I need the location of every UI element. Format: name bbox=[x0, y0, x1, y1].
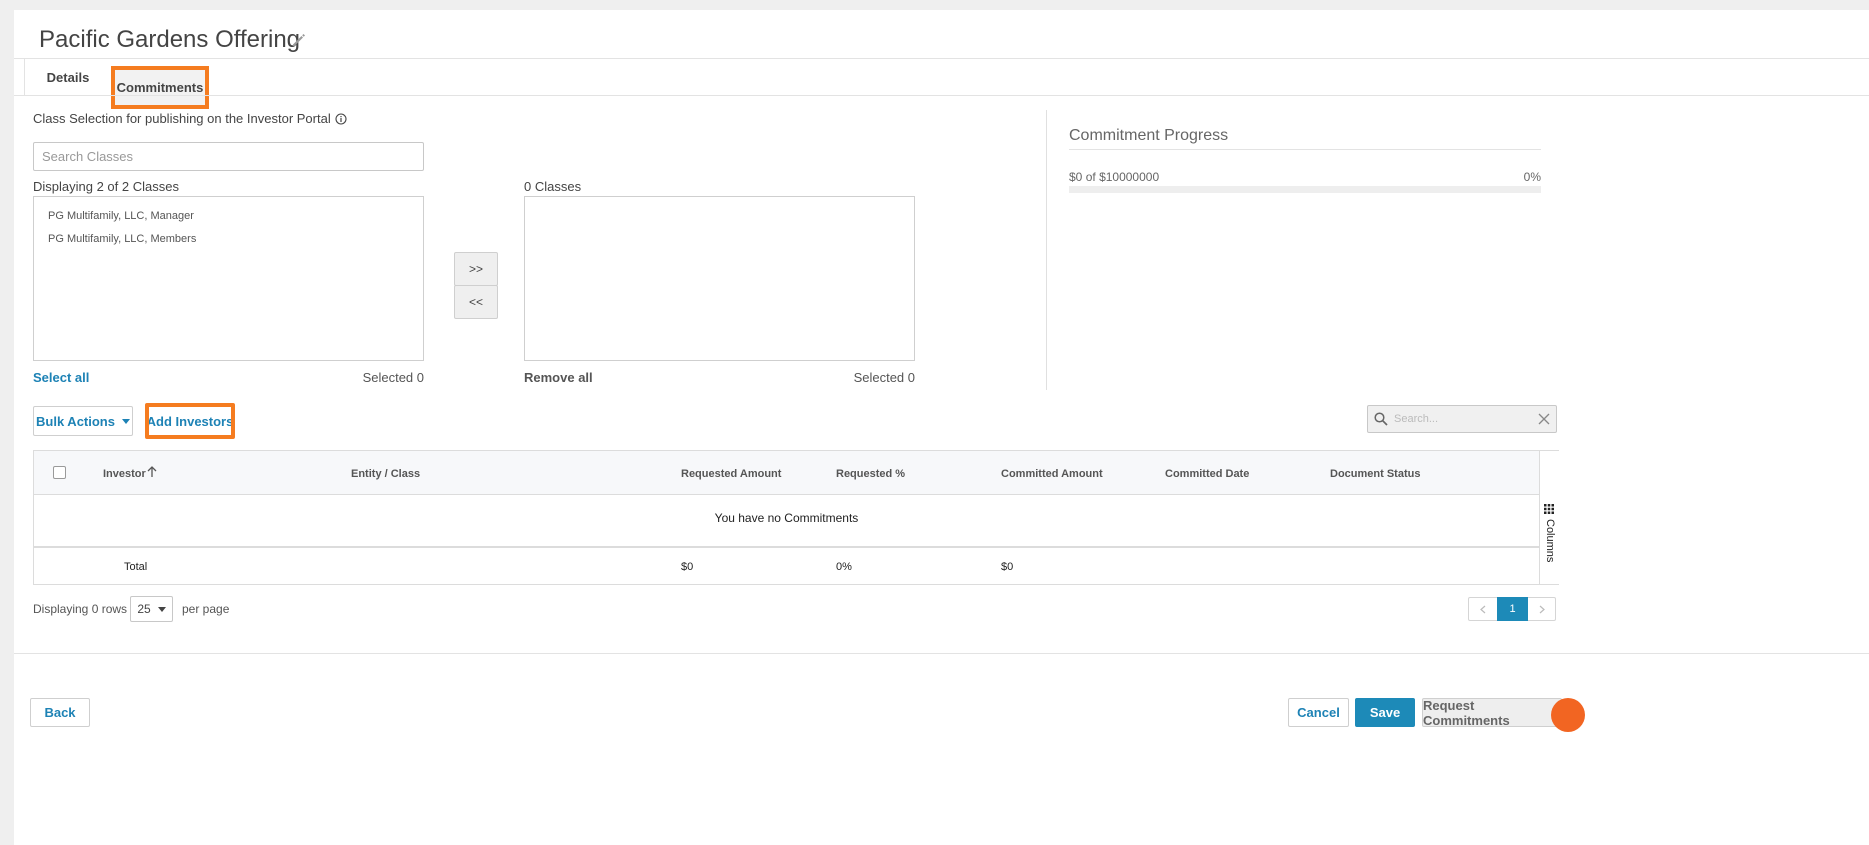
tab-details[interactable]: Details bbox=[25, 59, 111, 96]
grid-icon bbox=[1544, 504, 1554, 514]
cancel-button[interactable]: Cancel bbox=[1288, 698, 1349, 727]
progress-title: Commitment Progress bbox=[1069, 127, 1229, 144]
class-selection-heading-text: Class Selection for publishing on the In… bbox=[33, 111, 331, 126]
available-classes-list[interactable]: PG Multifamily, LLC, Manager PG Multifam… bbox=[33, 196, 424, 361]
columns-side-panel[interactable]: Columns bbox=[1539, 451, 1559, 584]
left-selected-count: Selected 0 bbox=[362, 370, 424, 385]
chevron-right-icon bbox=[1539, 605, 1545, 613]
sort-ascending-icon[interactable] bbox=[147, 466, 157, 478]
page-size-value: 25 bbox=[137, 602, 151, 616]
column-header-requested-amount[interactable]: Requested Amount bbox=[681, 468, 781, 480]
next-page-button[interactable] bbox=[1528, 598, 1556, 620]
select-all-checkbox[interactable] bbox=[53, 466, 66, 479]
available-classes-caption: Displaying 2 of 2 Classes bbox=[33, 179, 179, 194]
progress-of: of bbox=[1085, 170, 1096, 184]
total-requested-pct: 0% bbox=[836, 561, 852, 573]
displaying-rows: Displaying 0 rows bbox=[33, 602, 128, 616]
total-requested-amount: $0 bbox=[681, 561, 694, 573]
commitments-table: Investor Entity / Class Requested Amount… bbox=[33, 450, 1559, 585]
section-divider bbox=[1046, 110, 1047, 390]
tabs-divider bbox=[14, 95, 1869, 96]
page-title: Pacific Gardens Offering bbox=[39, 26, 301, 53]
remove-all-link[interactable]: Remove all bbox=[524, 370, 593, 385]
column-header-investor[interactable]: Investor bbox=[103, 468, 146, 480]
progress-amount-line: $0 of $10000000 bbox=[1069, 170, 1159, 184]
selected-classes-caption: 0 Classes bbox=[524, 179, 582, 194]
select-all-link[interactable]: Select all bbox=[33, 370, 89, 385]
tab-commitments[interactable]: Commitments bbox=[111, 66, 209, 109]
bulk-actions-label: Bulk Actions bbox=[36, 413, 115, 429]
title-divider bbox=[14, 58, 1869, 59]
search-classes-input[interactable]: Search Classes bbox=[33, 142, 424, 171]
chevron-left-icon bbox=[1480, 605, 1486, 613]
table-search-input[interactable]: Search... bbox=[1394, 413, 1538, 425]
search-icon bbox=[1374, 412, 1388, 426]
progress-title-divider bbox=[1069, 149, 1541, 150]
column-header-committed-amount[interactable]: Committed Amount bbox=[1001, 468, 1103, 480]
column-header-committed-date[interactable]: Committed Date bbox=[1165, 468, 1249, 480]
class-item-manager[interactable]: PG Multifamily, LLC, Manager bbox=[48, 210, 194, 222]
progress-percent: 0% bbox=[1523, 170, 1541, 184]
column-header-entity-class[interactable]: Entity / Class bbox=[351, 468, 420, 480]
back-button[interactable]: Back bbox=[30, 698, 90, 727]
totals-divider bbox=[34, 546, 1539, 548]
info-icon[interactable] bbox=[335, 112, 347, 125]
page-1-button[interactable]: 1 bbox=[1497, 597, 1528, 621]
per-page-label: per page bbox=[182, 602, 230, 616]
footer-divider bbox=[14, 653, 1869, 654]
main-card: Pacific Gardens Offering Details Commitm… bbox=[14, 10, 1869, 845]
progress-bar-track bbox=[1069, 186, 1541, 193]
save-button[interactable]: Save bbox=[1355, 698, 1415, 727]
progress-amount: $0 bbox=[1069, 170, 1083, 184]
total-committed-amount: $0 bbox=[1001, 561, 1014, 573]
add-investors-button[interactable]: Add Investors bbox=[145, 403, 235, 439]
right-selected-count: Selected 0 bbox=[853, 370, 915, 385]
column-header-document-status[interactable]: Document Status bbox=[1330, 468, 1420, 480]
pencil-icon[interactable] bbox=[291, 32, 307, 48]
close-icon[interactable] bbox=[1538, 413, 1550, 425]
move-left-button[interactable]: << bbox=[454, 285, 498, 319]
empty-message: You have no Commitments bbox=[714, 511, 859, 525]
class-item-members[interactable]: PG Multifamily, LLC, Members bbox=[48, 233, 196, 245]
help-launcher-icon[interactable] bbox=[1551, 698, 1585, 732]
bulk-actions-button[interactable]: Bulk Actions bbox=[33, 406, 133, 436]
caret-down-icon bbox=[121, 418, 130, 424]
progress-goal: $10000000 bbox=[1099, 170, 1160, 184]
table-header: Investor Entity / Class Requested Amount… bbox=[34, 451, 1539, 495]
request-commitments-button[interactable]: Request Commitments bbox=[1422, 698, 1562, 728]
move-right-button[interactable]: >> bbox=[454, 252, 498, 286]
prev-page-button[interactable] bbox=[1469, 598, 1497, 620]
caret-down-icon bbox=[157, 606, 166, 612]
columns-panel-label[interactable]: Columns bbox=[1544, 519, 1556, 562]
selected-classes-list[interactable] bbox=[524, 196, 915, 361]
page-size-select[interactable]: 25 bbox=[130, 596, 173, 622]
pagination-control: 1 bbox=[1468, 597, 1556, 621]
table-search[interactable]: Search... bbox=[1367, 405, 1557, 433]
column-header-requested-pct[interactable]: Requested % bbox=[836, 468, 905, 480]
class-selection-heading: Class Selection for publishing on the In… bbox=[33, 111, 347, 126]
total-label: Total bbox=[124, 561, 148, 573]
